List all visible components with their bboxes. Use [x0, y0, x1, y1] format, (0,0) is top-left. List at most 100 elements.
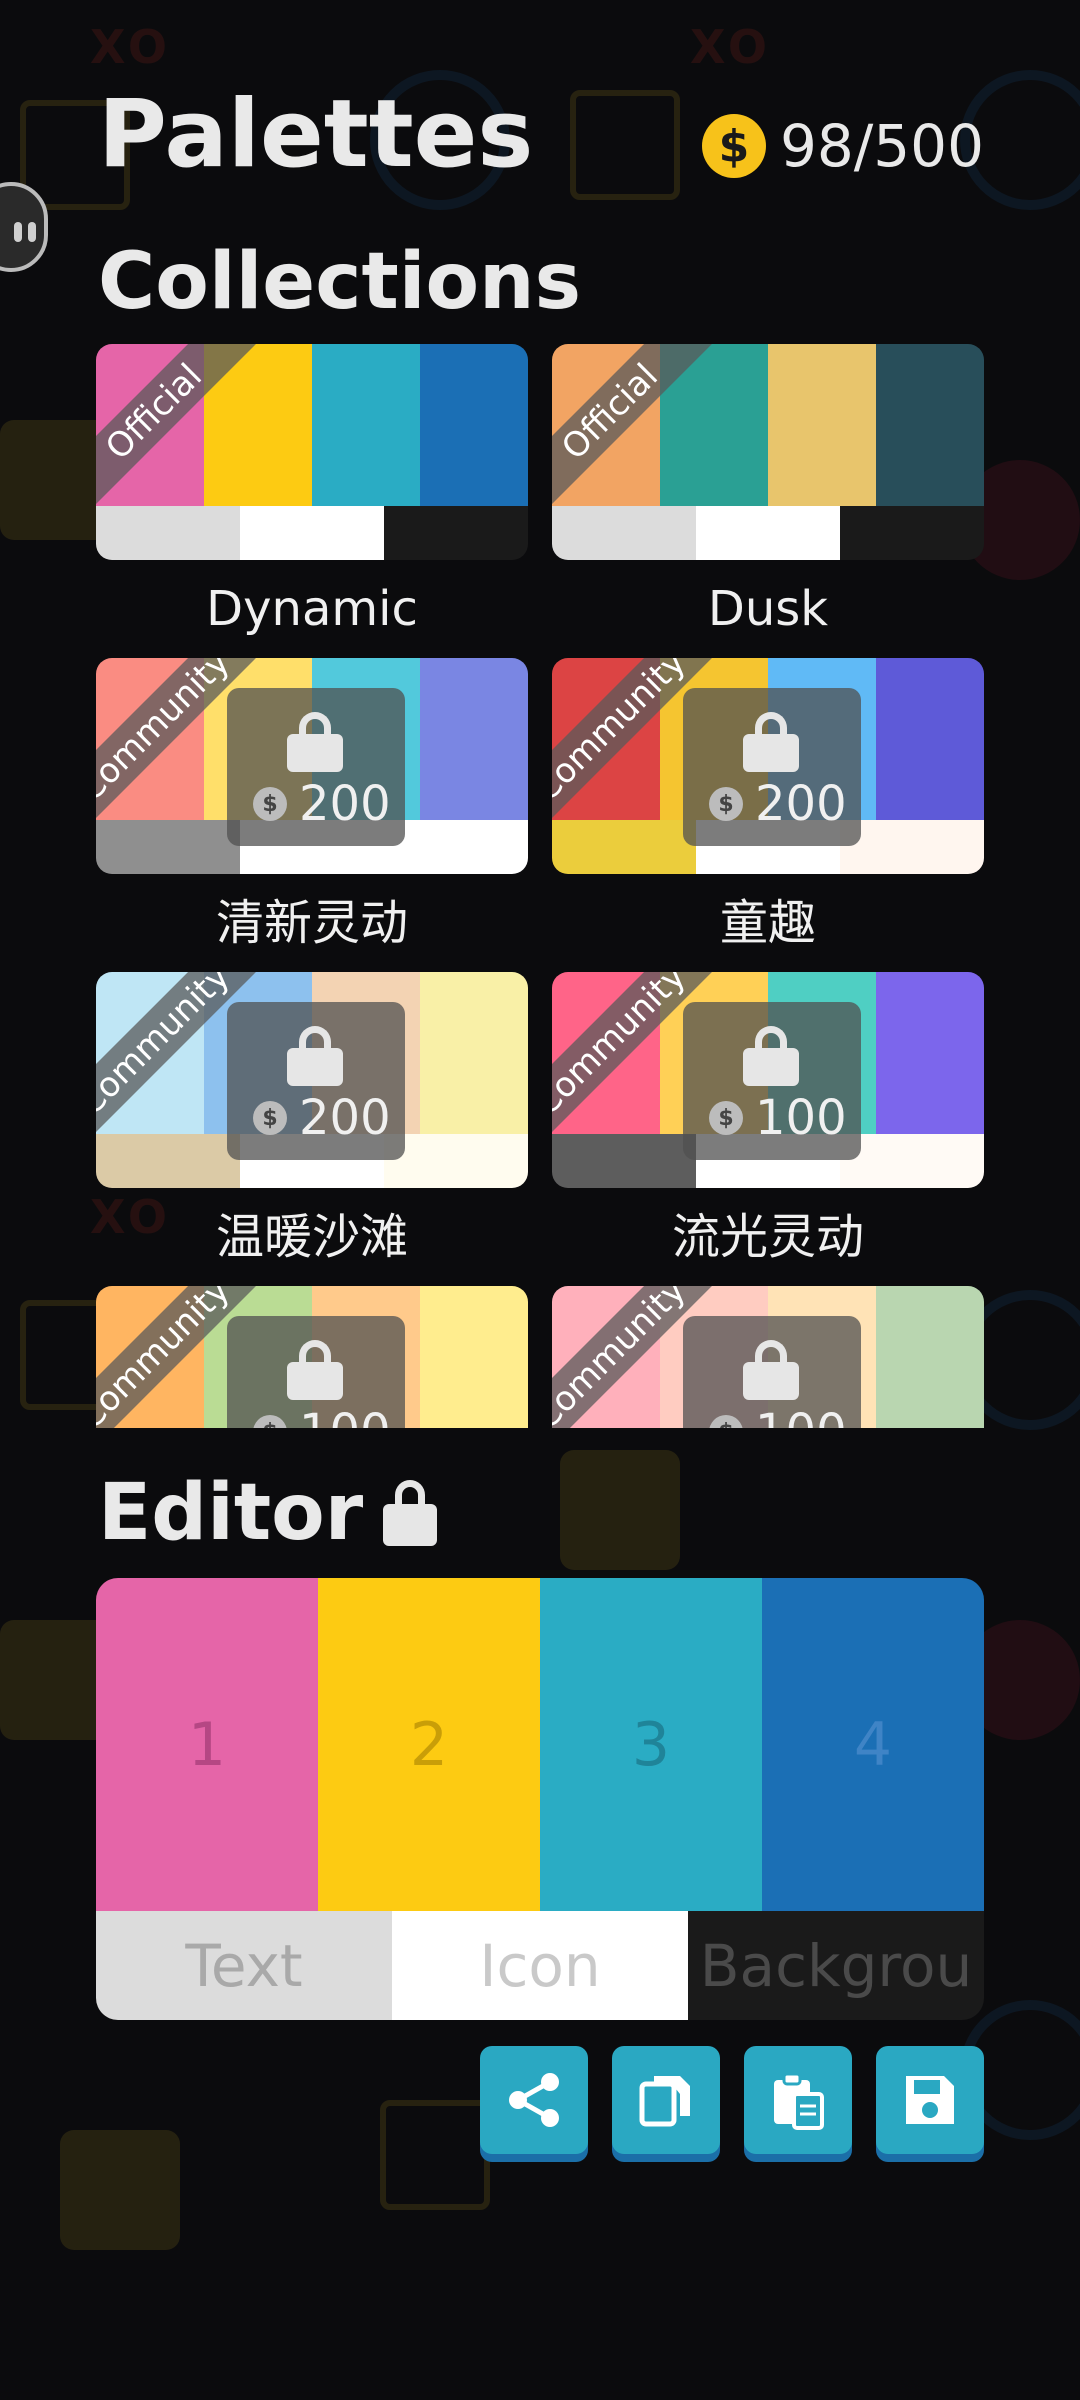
color-swatch	[552, 506, 696, 560]
color-swatch	[384, 1134, 528, 1188]
palette-editor: 1234 Text Icon Backgrou	[96, 1578, 984, 2020]
collections-scroll[interactable]: Official Dynamic Official Dusk Community $200…	[96, 344, 984, 1428]
color-swatch	[96, 820, 240, 874]
color-swatch	[96, 506, 240, 560]
color-swatch	[420, 972, 528, 1134]
color-swatch	[420, 344, 528, 506]
lock-icon	[287, 1026, 343, 1086]
collections-heading: Collections	[98, 237, 582, 327]
price-value: 200	[299, 776, 391, 832]
palette-card[interactable]: Community $200 清新灵动	[96, 658, 528, 972]
palette-ui-colors	[96, 506, 528, 560]
editor-color-slot[interactable]: 2	[318, 1578, 540, 1911]
palette-name: 温暖沙滩	[215, 1209, 408, 1265]
palette-name: Dynamic	[206, 581, 418, 637]
color-swatch	[876, 658, 984, 820]
palette-lock-overlay: $200	[227, 688, 405, 846]
page-title: Palettes	[98, 80, 534, 189]
editor-role-slot[interactable]: Text	[96, 1911, 392, 2020]
palette-ui-colors	[552, 506, 984, 560]
palette-card[interactable]: Community $200 温暖沙滩	[96, 972, 528, 1286]
coin-balance: $ 98/500	[701, 112, 984, 180]
coin-icon: $	[709, 1415, 743, 1428]
palette-swatch: Community $200	[96, 658, 528, 874]
editor-color-slot[interactable]: 4	[762, 1578, 984, 1911]
palette-price: $200	[709, 776, 847, 832]
color-swatch	[552, 820, 696, 874]
color-swatch	[696, 506, 840, 560]
palette-price: $100	[709, 1090, 847, 1146]
paste-icon	[774, 2072, 824, 2130]
coin-icon: $	[253, 1101, 287, 1135]
color-swatch	[384, 506, 528, 560]
palette-swatch: Community$100	[552, 972, 984, 1188]
price-value: 100	[299, 1404, 391, 1428]
color-swatch	[96, 1134, 240, 1188]
color-swatch	[420, 1286, 528, 1428]
price-value: 200	[299, 1090, 391, 1146]
palette-name: 童趣	[719, 895, 816, 951]
palette-card[interactable]: Community $200 童趣	[552, 658, 984, 972]
editor-role-slot[interactable]: Icon	[392, 1911, 688, 2020]
editor-role-slot[interactable]: Backgrou	[688, 1911, 984, 2020]
color-swatch	[312, 344, 420, 506]
palette-card[interactable]: Community $100 流光灵动	[552, 972, 984, 1286]
editor-toolbar	[480, 2046, 984, 2154]
lock-icon	[383, 1478, 438, 1548]
palette-swatch: Community$100	[96, 1286, 528, 1428]
palette-swatch: Community $200	[552, 658, 984, 874]
share-button[interactable]	[480, 2046, 588, 2154]
palette-card[interactable]: Official Dynamic	[96, 344, 528, 658]
editor-color-slots: 1234	[96, 1578, 984, 1911]
editor-heading: Editor	[98, 1468, 438, 1558]
coin-count: 98/500	[779, 112, 984, 180]
share-icon	[509, 2073, 559, 2127]
palette-price: $100	[709, 1404, 847, 1428]
editor-title: Editor	[98, 1468, 364, 1558]
lock-icon	[287, 1340, 343, 1400]
price-value: 100	[755, 1090, 847, 1146]
color-swatch	[840, 506, 984, 560]
copy-button[interactable]	[612, 2046, 720, 2154]
editor-color-slot[interactable]: 1	[96, 1578, 318, 1911]
palette-grid: Official Dynamic Official Dusk Community $200…	[96, 344, 984, 1428]
price-value: 100	[755, 1404, 847, 1428]
color-swatch	[240, 506, 384, 560]
save-button[interactable]	[876, 2046, 984, 2154]
palette-card[interactable]: Official Dusk	[552, 344, 984, 658]
palette-swatch: Official	[552, 344, 984, 560]
paste-button[interactable]	[744, 2046, 852, 2154]
palette-card[interactable]: Community$100	[552, 1286, 984, 1428]
color-swatch	[876, 344, 984, 506]
palette-lock-overlay: $200	[683, 688, 861, 846]
coin-icon: $	[709, 1101, 743, 1135]
coin-icon: $	[701, 114, 766, 178]
editor-role-slots: Text Icon Backgrou	[96, 1911, 984, 2020]
lock-icon	[743, 1026, 799, 1086]
palette-name: 流光灵动	[671, 1209, 864, 1265]
editor-color-slot[interactable]: 3	[540, 1578, 762, 1911]
palette-swatch: Community$100	[552, 1286, 984, 1428]
palette-lock-overlay: $100	[683, 1002, 861, 1160]
palette-price: $200	[253, 1090, 391, 1146]
palette-lock-overlay: $100	[227, 1316, 405, 1428]
color-swatch	[420, 658, 528, 820]
color-swatch	[876, 972, 984, 1134]
color-swatch	[840, 820, 984, 874]
palette-name: Dusk	[707, 581, 829, 637]
coin-icon: $	[253, 1415, 287, 1428]
palette-lock-overlay: $200	[227, 1002, 405, 1160]
color-swatch	[384, 820, 528, 874]
palette-card[interactable]: Community$100	[96, 1286, 528, 1428]
lock-icon	[287, 712, 343, 772]
lock-icon	[743, 712, 799, 772]
palette-swatch: Community $200	[96, 972, 528, 1188]
save-icon	[906, 2076, 954, 2124]
price-value: 200	[755, 776, 847, 832]
palette-price: $200	[253, 776, 391, 832]
copy-icon	[639, 2076, 690, 2127]
color-swatch	[768, 344, 876, 506]
color-swatch	[552, 1134, 696, 1188]
palette-price: $100	[253, 1404, 391, 1428]
lock-icon	[743, 1340, 799, 1400]
